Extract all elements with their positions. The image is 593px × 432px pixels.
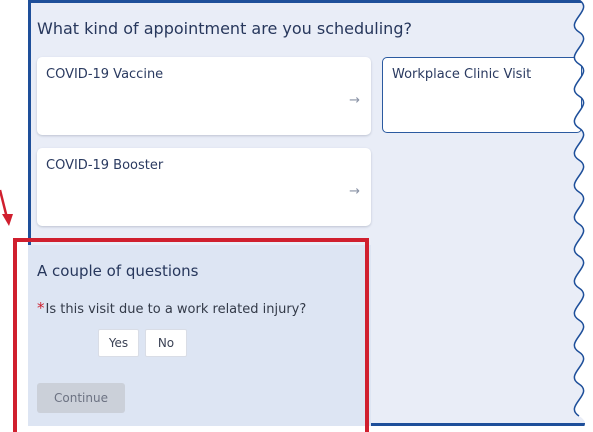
- question-text: Is this visit due to a work related inju…: [45, 302, 307, 317]
- yes-button[interactable]: Yes: [98, 329, 139, 357]
- annotation-arrowhead-icon: [2, 214, 13, 226]
- card-label: COVID-19 Vaccine: [46, 67, 164, 82]
- covid-vaccine-card[interactable]: COVID-19 Vaccine →: [37, 57, 371, 135]
- injury-question: *Is this visit due to a work related inj…: [37, 299, 306, 317]
- page-title: What kind of appointment are you schedul…: [37, 19, 412, 38]
- card-label: COVID-19 Booster: [46, 158, 164, 173]
- covid-booster-card[interactable]: COVID-19 Booster →: [37, 148, 371, 226]
- no-button[interactable]: No: [145, 329, 187, 357]
- questions-title: A couple of questions: [37, 262, 199, 280]
- required-marker: *: [37, 299, 45, 317]
- annotation-arrow-line: [0, 189, 9, 219]
- card-label: Workplace Clinic Visit: [392, 67, 532, 82]
- arrow-right-icon: →: [349, 184, 360, 199]
- arrow-right-icon: →: [349, 93, 360, 108]
- continue-button[interactable]: Continue: [37, 383, 125, 413]
- workplace-clinic-card[interactable]: Workplace Clinic Visit: [382, 57, 582, 133]
